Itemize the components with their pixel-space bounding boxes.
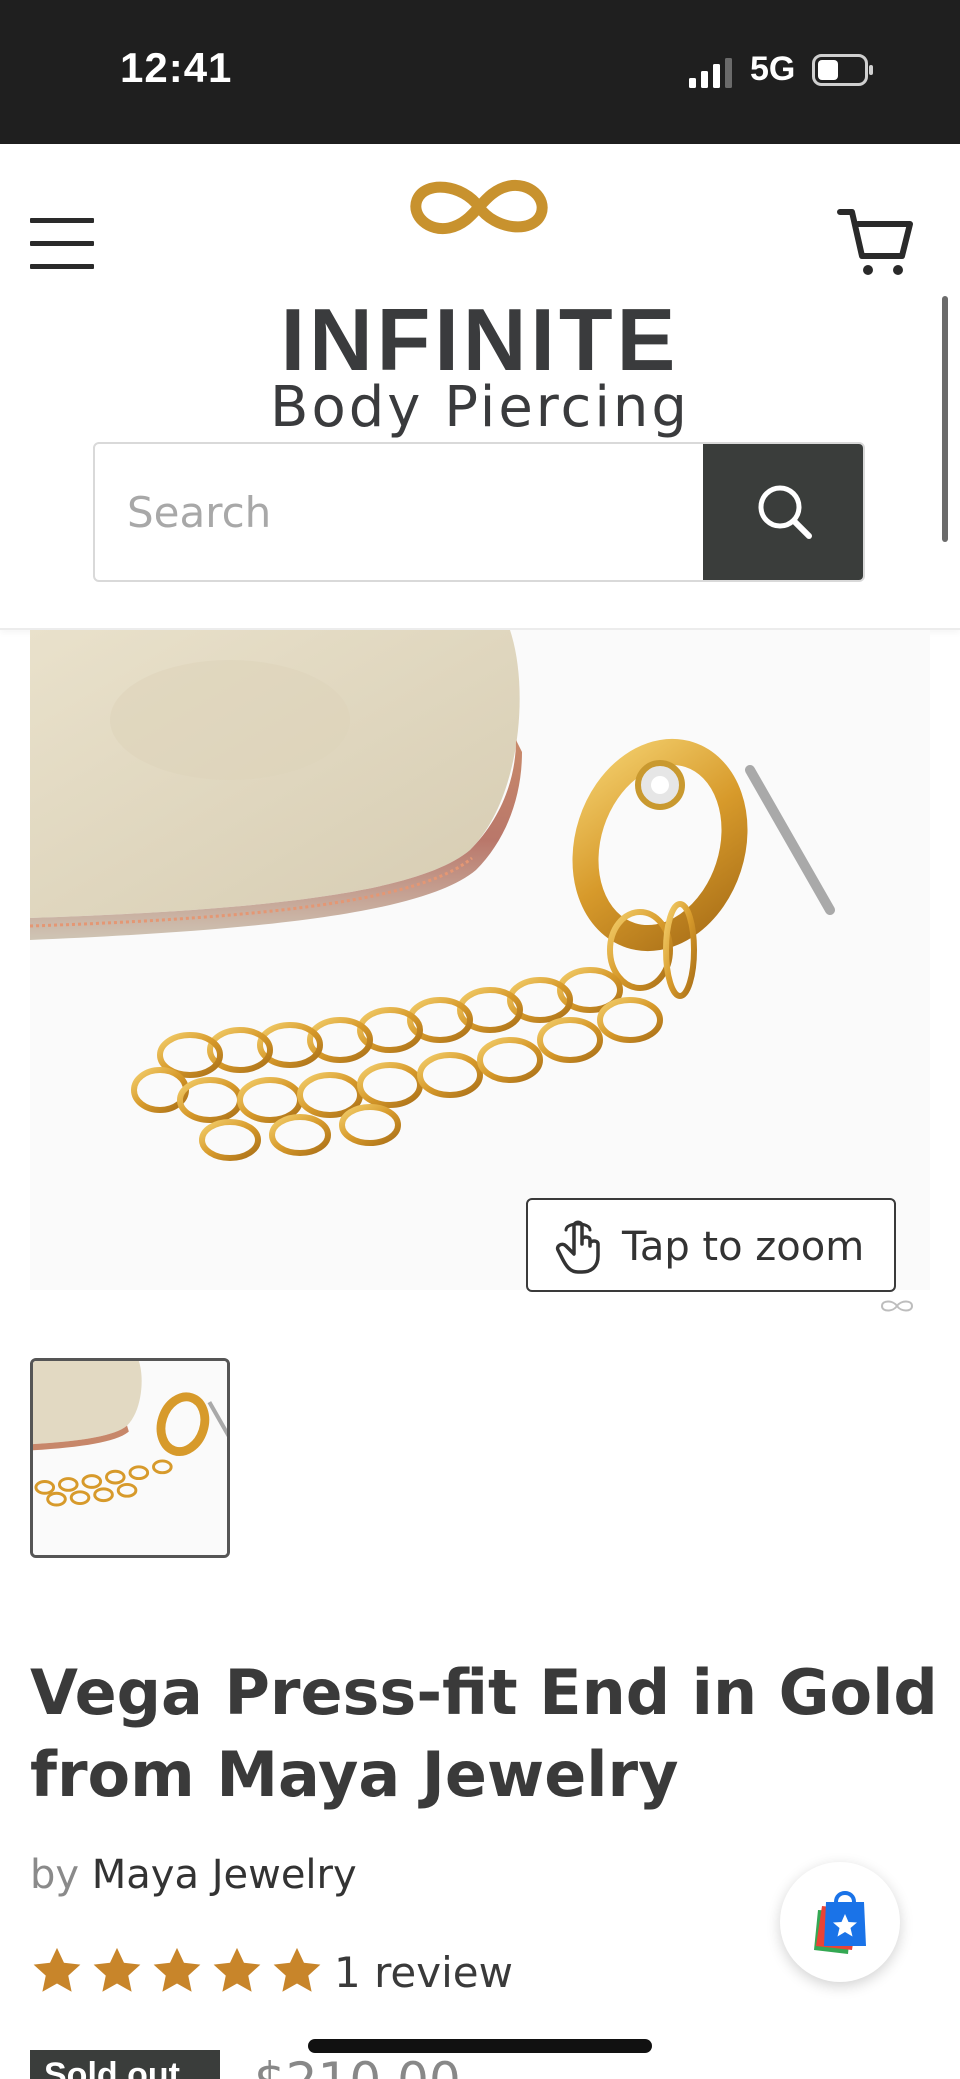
vendor-prefix: by xyxy=(30,1852,80,1898)
vendor-link[interactable]: Maya Jewelry xyxy=(92,1852,357,1898)
tap-hand-icon xyxy=(555,1220,600,1274)
infinity-logo-icon xyxy=(410,179,548,235)
status-bar: 12:41 5G xyxy=(0,0,960,144)
search-input[interactable] xyxy=(95,444,703,580)
sold-out-badge: Sold out xyxy=(30,2050,220,2079)
shopping-cart-icon xyxy=(837,209,913,275)
vendor-line: by Maya Jewelry xyxy=(30,1852,357,1898)
review-count[interactable]: 1 review xyxy=(334,1948,513,1997)
star-icon xyxy=(33,1947,81,1992)
search-button[interactable] xyxy=(703,444,863,580)
search-icon xyxy=(758,485,812,539)
cellular-signal-icon xyxy=(689,58,732,88)
shop-app-button[interactable] xyxy=(780,1862,900,1982)
logo-subtitle: Body Piercing xyxy=(270,375,690,440)
battery-icon xyxy=(812,54,873,86)
network-type: 5G xyxy=(750,50,796,88)
thumbnail-photo xyxy=(33,1361,227,1555)
tap-to-zoom-label: Tap to zoom xyxy=(622,1224,865,1270)
star-icon xyxy=(273,1947,321,1992)
site-header: INFINITE Body Piercing xyxy=(0,144,960,630)
tap-to-zoom-button[interactable]: Tap to zoom xyxy=(526,1198,896,1292)
home-indicator[interactable] xyxy=(308,2039,652,2053)
logo-title: INFINITE xyxy=(280,290,680,389)
star-icon xyxy=(213,1947,261,1992)
product-price: $210.00 xyxy=(254,2052,461,2079)
menu-button[interactable] xyxy=(28,218,98,270)
cart-button[interactable] xyxy=(836,202,916,282)
product-title: Vega Press-fit End in Gold from Maya Jew… xyxy=(30,1656,938,1811)
product-image[interactable] xyxy=(30,630,930,1290)
page-scrollbar[interactable] xyxy=(942,296,948,542)
product-thumbnail-1[interactable] xyxy=(30,1358,230,1558)
watermark-infinity-icon xyxy=(880,1300,914,1312)
status-time: 12:41 xyxy=(120,44,233,91)
star-icon xyxy=(93,1947,141,1992)
rating-stars xyxy=(30,1946,324,1998)
shopping-bag-star-icon xyxy=(814,1891,866,1954)
product-photo xyxy=(30,630,930,1290)
hamburger-menu-icon xyxy=(30,218,94,223)
star-icon xyxy=(153,1947,201,1992)
product-rating[interactable]: 1 review xyxy=(30,1944,513,2000)
search-form xyxy=(93,442,865,582)
